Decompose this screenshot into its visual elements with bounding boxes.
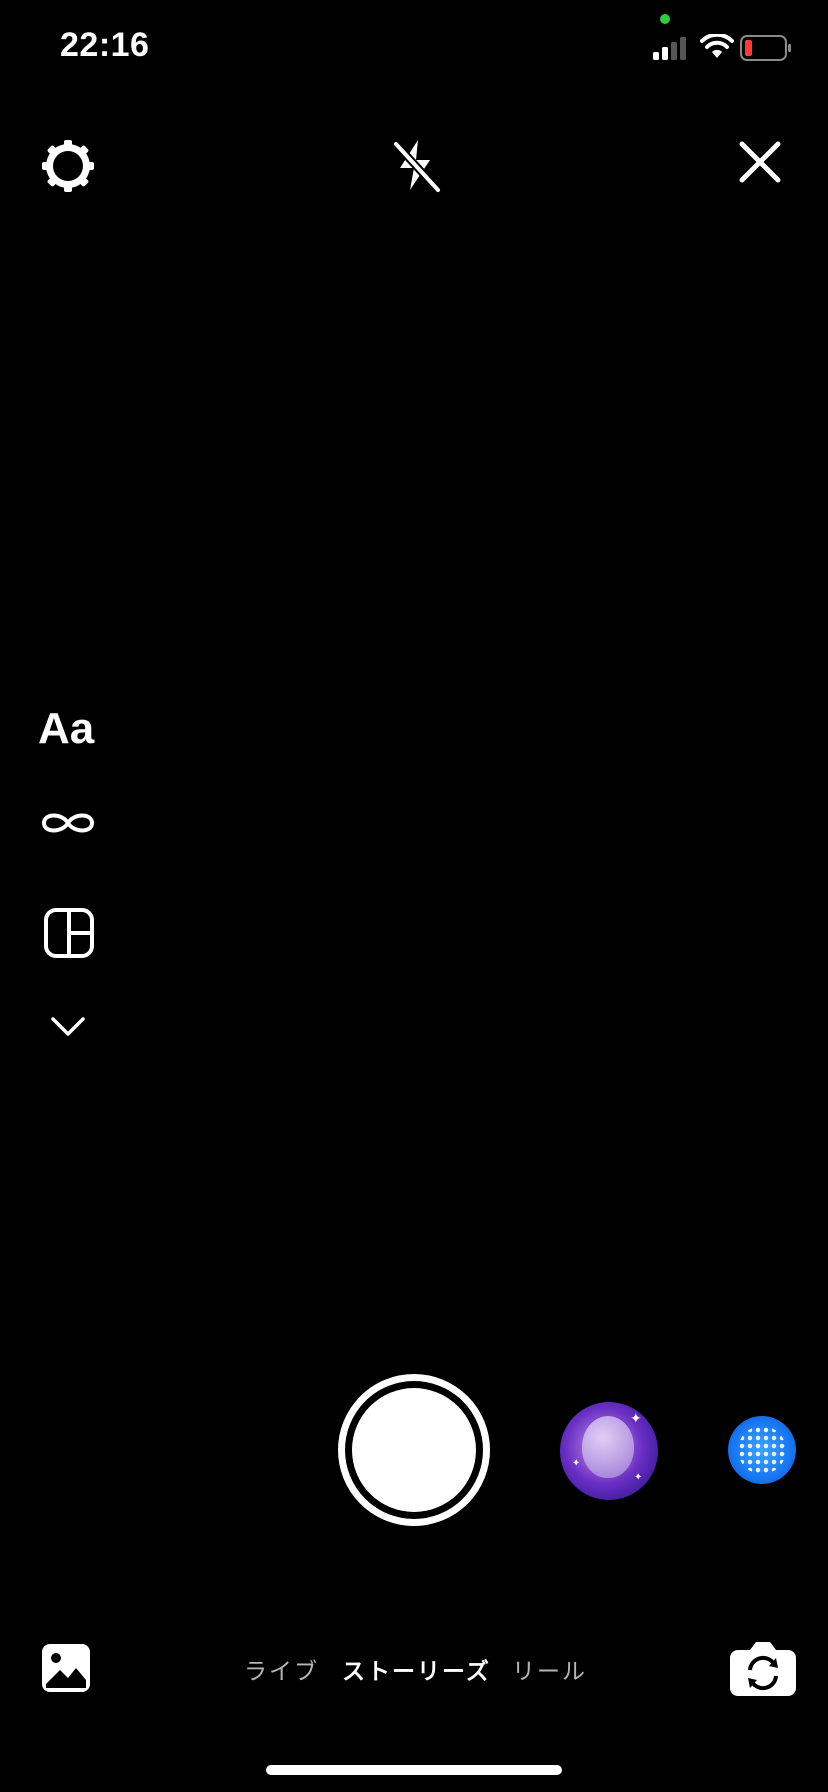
close-icon[interactable] — [738, 140, 782, 184]
camera-in-use-indicator — [660, 14, 670, 24]
flash-off-icon[interactable] — [388, 136, 444, 194]
wifi-icon — [700, 34, 734, 60]
gallery-icon[interactable] — [42, 1644, 90, 1692]
shutter-inner — [352, 1388, 476, 1512]
sparkle-effect-icon[interactable] — [728, 1416, 796, 1484]
cellular-signal-icon — [652, 36, 690, 60]
sparkle-dots — [738, 1426, 786, 1474]
balloon-shape — [582, 1416, 634, 1478]
layout-icon[interactable] — [44, 908, 94, 958]
sparkle-icon: ✦ — [634, 1472, 643, 1483]
shutter-button[interactable] — [338, 1374, 490, 1526]
balloon-effect-icon[interactable]: ✦ ✦ ✦ — [560, 1402, 658, 1500]
sparkle-icon: ✦ — [572, 1458, 581, 1469]
boomerang-infinity-icon[interactable] — [40, 808, 96, 838]
mode-live[interactable]: ライブ — [244, 1652, 319, 1686]
home-indicator[interactable] — [266, 1765, 562, 1775]
chevron-down-icon[interactable] — [50, 1016, 86, 1038]
flip-camera-icon[interactable] — [730, 1636, 796, 1698]
settings-gear-icon[interactable] — [40, 138, 96, 194]
battery-low-icon — [740, 35, 792, 61]
mode-stories[interactable]: ストーリーズ — [342, 1652, 491, 1686]
create-text-button[interactable]: Aa — [38, 704, 94, 754]
status-time: 22:16 — [60, 26, 150, 64]
mode-reels[interactable]: リール — [512, 1652, 587, 1686]
sparkle-icon: ✦ — [630, 1410, 642, 1426]
